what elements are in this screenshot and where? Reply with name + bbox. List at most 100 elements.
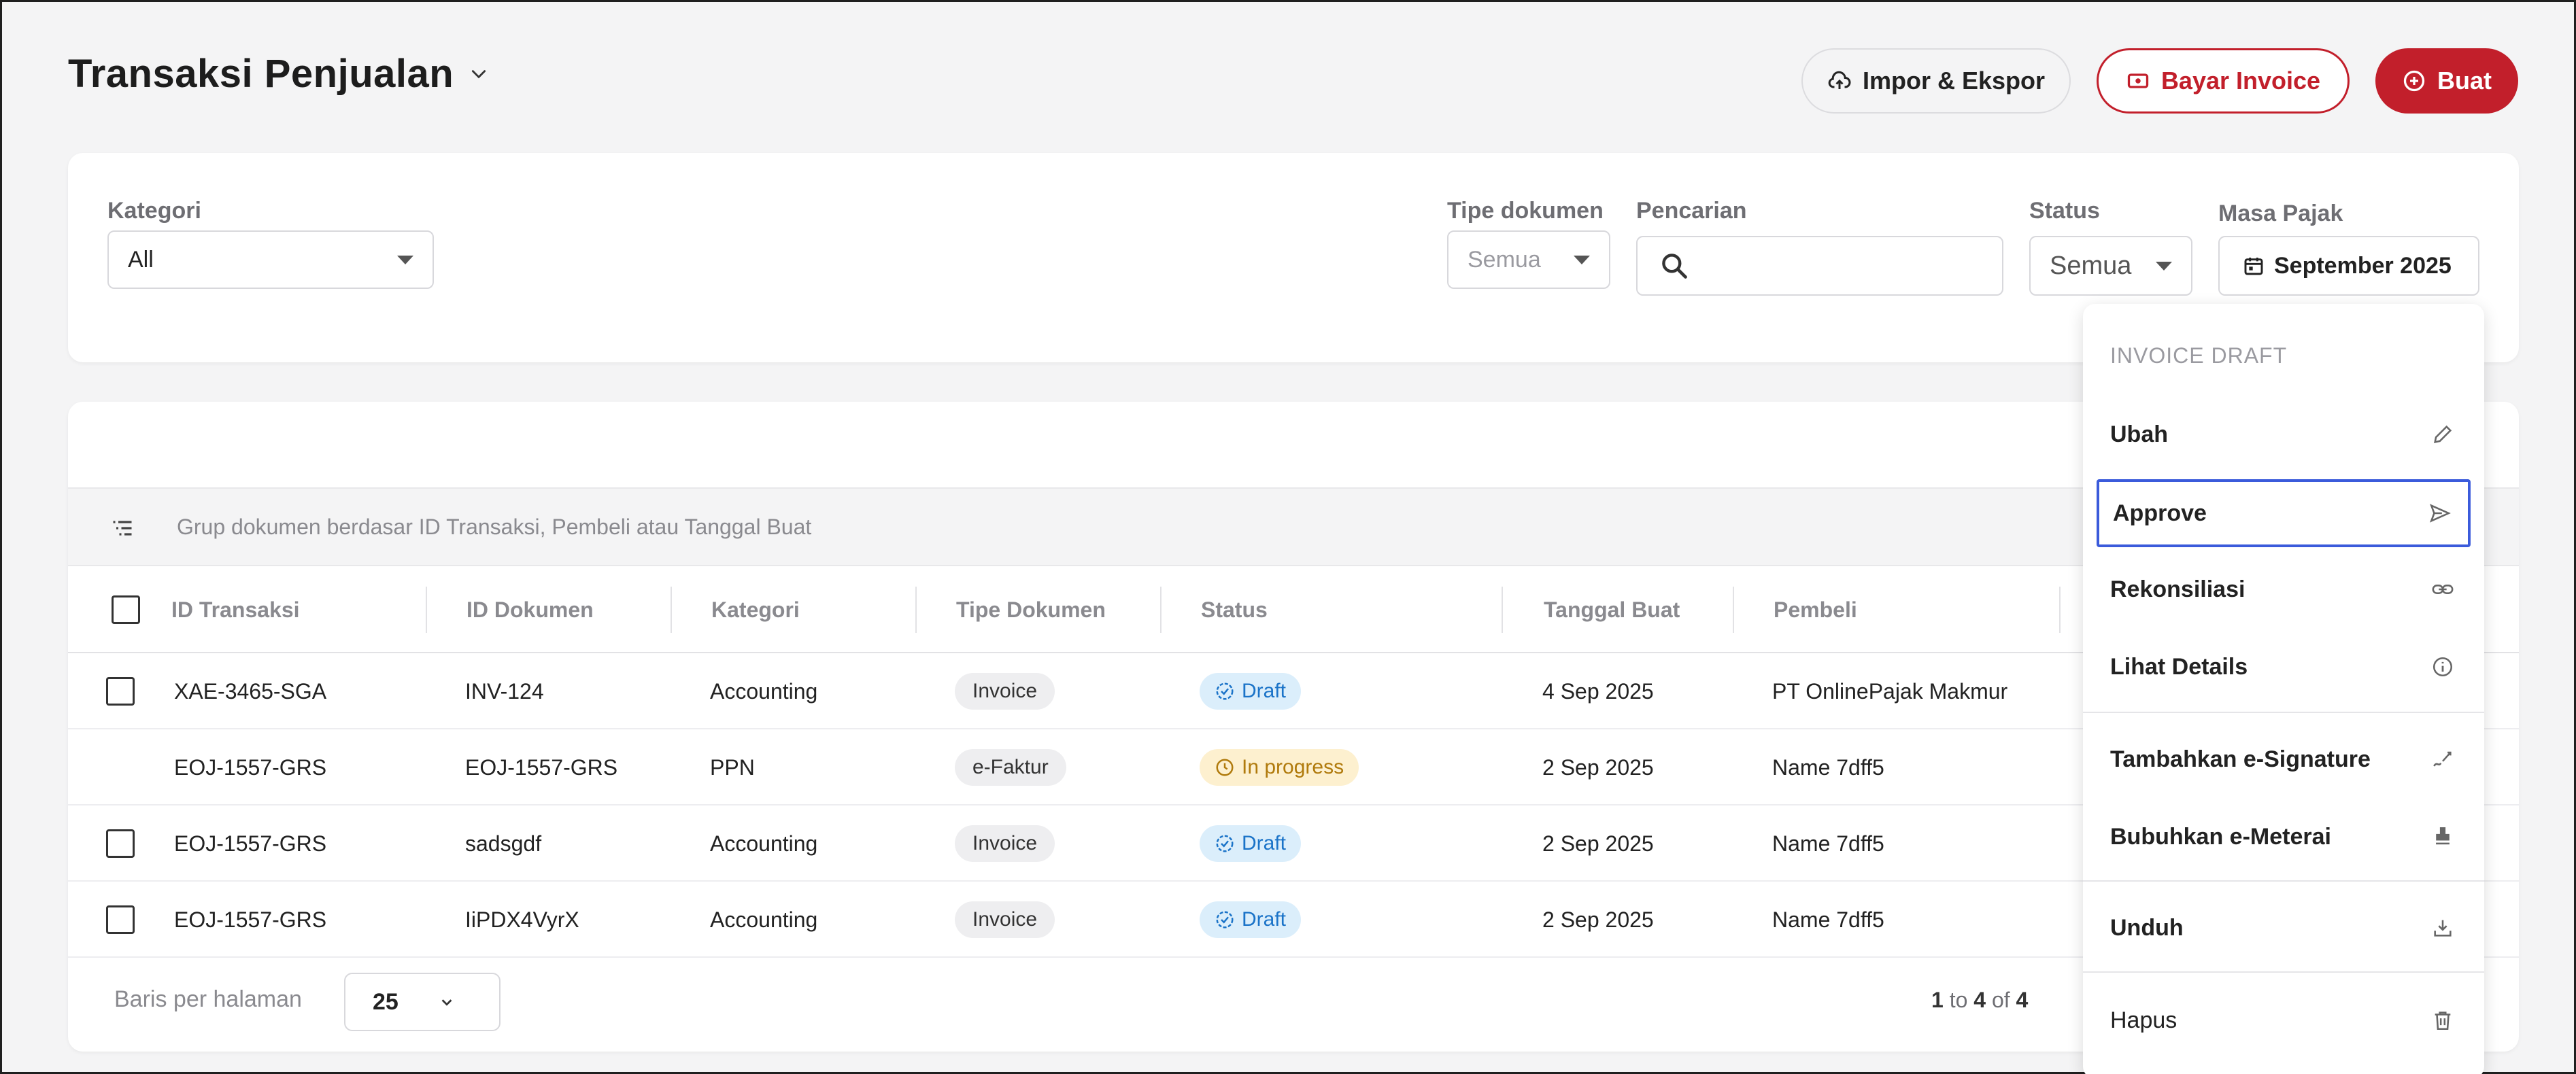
cell-id-dokumen: INV-124 xyxy=(465,678,544,704)
tipe-badge: Invoice xyxy=(955,673,1055,710)
menu-item-ubah[interactable]: Ubah xyxy=(2097,400,2471,468)
kategori-select[interactable]: All xyxy=(107,230,434,289)
cell-pembeli: Name 7dff5 xyxy=(1772,755,1884,780)
menu-item-bubuhkan-e-meterai[interactable]: Bubuhkan e-Meterai xyxy=(2097,803,2471,871)
column-header-tipe-dokumen[interactable]: Tipe Dokumen xyxy=(956,566,1106,653)
cell-kategori: Accounting xyxy=(710,831,818,856)
pencil-icon xyxy=(2434,425,2452,443)
menu-item-rekonsiliasi[interactable]: Rekonsiliasi xyxy=(2097,555,2471,623)
info-icon xyxy=(2433,657,2453,677)
cell-id-dokumen: IiPDX4VyrX xyxy=(465,907,579,932)
menu-item-hapus[interactable]: Hapus xyxy=(2097,986,2471,1054)
impor-ekspor-button[interactable]: Impor & Ekspor xyxy=(1801,48,2071,114)
select-all-checkbox[interactable] xyxy=(112,595,140,624)
cell-id-dokumen: EOJ-1557-GRS xyxy=(465,755,618,780)
download-icon xyxy=(2434,920,2452,937)
cell-tanggal: 2 Sep 2025 xyxy=(1542,907,1654,932)
tipe-dokumen-value: Semua xyxy=(1468,246,1541,273)
draft-check-icon xyxy=(1216,835,1234,852)
row-checkbox[interactable] xyxy=(106,829,135,858)
cell-kategori: Accounting xyxy=(710,907,818,932)
row-action-menu: INVOICE DRAFT Ubah Approve Rekonsiliasi … xyxy=(2083,304,2484,1074)
caret-down-icon xyxy=(397,255,413,264)
row-checkbox[interactable] xyxy=(106,677,135,706)
link-icon xyxy=(2432,585,2454,594)
status-badge: In progress xyxy=(1200,749,1359,786)
cloud-upload-icon xyxy=(1828,71,1851,89)
menu-header: INVOICE DRAFT xyxy=(2110,343,2288,368)
cell-kategori: Accounting xyxy=(710,678,818,704)
cell-tanggal: 2 Sep 2025 xyxy=(1542,755,1654,780)
masa-pajak-value: September 2025 xyxy=(2274,252,2452,279)
tipe-badge: Invoice xyxy=(955,901,1055,938)
tipe-badge: Invoice xyxy=(955,825,1055,862)
column-header-kategori[interactable]: Kategori xyxy=(711,566,800,653)
cell-tanggal: 2 Sep 2025 xyxy=(1542,831,1654,856)
cell-id-transaksi: EOJ-1557-GRS xyxy=(174,907,327,932)
cell-id-transaksi: EOJ-1557-GRS xyxy=(174,755,327,780)
menu-item-approve[interactable]: Approve xyxy=(2097,479,2471,547)
tipe-dokumen-label: Tipe dokumen xyxy=(1447,198,1604,224)
status-label: Draft xyxy=(1242,832,1287,854)
cell-pembeli: PT OnlinePajak Makmur xyxy=(1772,678,2008,704)
status-badge: Draft xyxy=(1200,901,1302,938)
rows-per-page-value: 25 xyxy=(373,988,399,1015)
caret-down-icon xyxy=(1574,255,1590,264)
draft-check-icon xyxy=(1216,682,1234,700)
rows-per-page-select[interactable]: 25 xyxy=(344,973,501,1031)
bayar-invoice-button[interactable]: Bayar Invoice xyxy=(2097,48,2350,114)
status-value: Semua xyxy=(2050,251,2132,280)
rows-per-page-label: Baris per halaman xyxy=(114,986,302,1012)
group-text: Grup dokumen berdasar ID Transaksi, Pemb… xyxy=(177,515,812,539)
cell-kategori: PPN xyxy=(710,755,755,780)
list-filter-icon xyxy=(113,521,132,536)
pagination-info: 1 to 4 of 4 xyxy=(1931,988,2029,1012)
column-header-tanggal-buat[interactable]: Tanggal Buat xyxy=(1544,566,1680,653)
status-select[interactable]: Semua xyxy=(2029,236,2192,296)
cell-pembeli: Name 7dff5 xyxy=(1772,831,1884,856)
search-input[interactable] xyxy=(1636,236,2003,296)
cell-id-dokumen: sadsgdf xyxy=(465,831,542,856)
calendar-icon xyxy=(2244,258,2263,275)
status-badge: Draft xyxy=(1200,673,1302,710)
stamp-icon xyxy=(2436,827,2450,845)
status-label: Draft xyxy=(1242,908,1287,931)
search-icon xyxy=(1662,254,1687,279)
menu-item-lihat-details[interactable]: Lihat Details xyxy=(2097,633,2471,701)
row-checkbox[interactable] xyxy=(106,905,135,934)
cell-id-transaksi: XAE-3465-SGA xyxy=(174,678,327,704)
buat-label: Buat xyxy=(2437,67,2492,94)
clock-icon xyxy=(1216,759,1234,776)
status-label: Draft xyxy=(1242,680,1287,702)
menu-item-unduh[interactable]: Unduh xyxy=(2097,894,2471,962)
column-header-id-dokumen[interactable]: ID Dokumen xyxy=(467,566,594,653)
chevron-down-icon xyxy=(472,69,486,78)
plus-circle-icon xyxy=(2403,70,2425,92)
column-header-id-transaksi[interactable]: ID Transaksi xyxy=(171,566,300,653)
page-title-dropdown[interactable]: Transaksi Penjualan xyxy=(68,51,488,97)
masa-pajak-label: Masa Pajak xyxy=(2218,201,2343,226)
buat-button[interactable]: Buat xyxy=(2375,48,2518,114)
status-label: Status xyxy=(2029,198,2100,224)
cell-pembeli: Name 7dff5 xyxy=(1772,907,1884,932)
status-label: In progress xyxy=(1242,756,1344,778)
status-badge: Draft xyxy=(1200,825,1302,862)
tipe-badge: e-Faktur xyxy=(955,749,1066,786)
tipe-dokumen-select[interactable]: Semua xyxy=(1447,230,1610,289)
cell-tanggal: 4 Sep 2025 xyxy=(1542,678,1654,704)
draft-check-icon xyxy=(1216,911,1234,929)
page-title: Transaksi Penjualan xyxy=(68,52,454,96)
kategori-value: All xyxy=(128,246,154,273)
masa-pajak-picker[interactable]: September 2025 xyxy=(2218,236,2479,296)
cell-id-transaksi: EOJ-1557-GRS xyxy=(174,831,327,856)
caret-down-icon xyxy=(2156,261,2172,271)
column-header-pembeli[interactable]: Pembeli xyxy=(1774,566,1857,653)
money-icon xyxy=(2127,73,2149,88)
trash-icon xyxy=(2435,1011,2451,1030)
column-header-status[interactable]: Status xyxy=(1201,566,1268,653)
kategori-label: Kategori xyxy=(107,198,201,224)
signature-icon xyxy=(2433,751,2452,767)
bayar-invoice-label: Bayar Invoice xyxy=(2160,67,2321,94)
impor-ekspor-label: Impor & Ekspor xyxy=(1862,67,2046,94)
menu-item-tambahkan-e-signature[interactable]: Tambahkan e-Signature xyxy=(2097,725,2471,793)
